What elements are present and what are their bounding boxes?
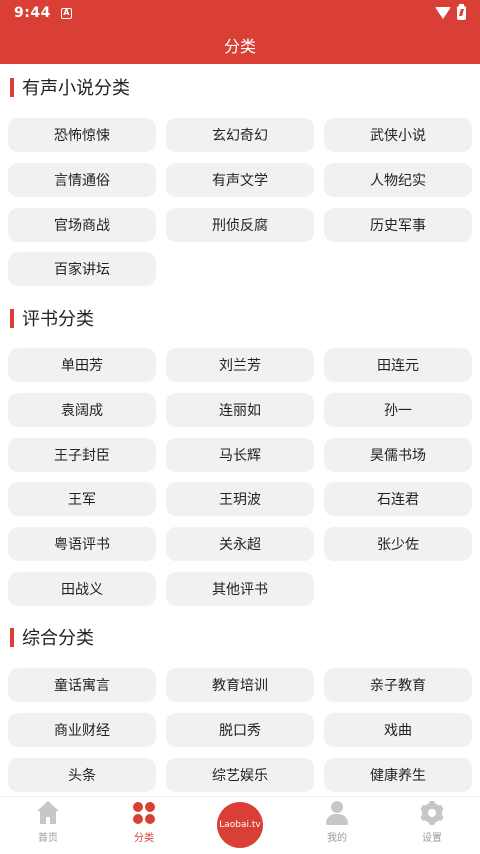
category-chip[interactable]: 田连元	[324, 348, 472, 382]
section-title: 综合分类	[22, 628, 94, 649]
category-content[interactable]: 有声小说分类 恐怖惊悚 玄幻奇幻 武侠小说 言情通俗 有声文学 人物纪实 官场商…	[0, 64, 480, 796]
section-accent-bar	[10, 77, 14, 97]
section-title: 有声小说分类	[22, 78, 130, 99]
category-chip[interactable]: 戏曲	[324, 713, 472, 747]
category-chip[interactable]: 恐怖惊悚	[8, 118, 156, 152]
category-chip[interactable]: 田战义	[8, 572, 156, 606]
nav-mine[interactable]: 我的	[302, 801, 372, 851]
nav-settings[interactable]: 设置	[397, 801, 467, 851]
category-chip[interactable]: 单田芳	[8, 348, 156, 382]
category-chip[interactable]: 王军	[8, 482, 156, 516]
status-bar: 9:44 A	[0, 0, 480, 26]
category-chip[interactable]: 人物纪实	[324, 163, 472, 197]
category-chip[interactable]: 王玥波	[166, 482, 314, 516]
category-chip[interactable]: 亲子教育	[324, 668, 472, 702]
notification-icon: A	[60, 7, 72, 19]
gear-icon	[420, 801, 444, 825]
category-chip[interactable]: 武侠小说	[324, 118, 472, 152]
category-chip[interactable]: 马长辉	[166, 438, 314, 472]
nav-label: 首页	[38, 833, 58, 844]
status-time: 9:44	[14, 5, 51, 21]
category-chip[interactable]: 石连君	[324, 482, 472, 516]
category-chip[interactable]: 教育培训	[166, 668, 314, 702]
page-title: 分类	[223, 37, 256, 56]
nav-label: 我的	[327, 833, 347, 844]
category-chip[interactable]: 历史军事	[324, 208, 472, 242]
home-icon	[36, 801, 60, 825]
nav-label: 设置	[422, 833, 442, 844]
category-chip[interactable]: 刘兰芳	[166, 348, 314, 382]
category-chip[interactable]: 粤语评书	[8, 527, 156, 561]
category-chip[interactable]: 连丽如	[166, 393, 314, 427]
category-chip[interactable]: 关永超	[166, 527, 314, 561]
category-chip[interactable]: 玄幻奇幻	[166, 118, 314, 152]
category-chip[interactable]: 综艺娱乐	[166, 758, 314, 792]
section-header-general: 综合分类	[10, 626, 94, 649]
category-chip[interactable]: 头条	[8, 758, 156, 792]
category-chip[interactable]: 健康养生	[324, 758, 472, 792]
section-accent-bar	[10, 627, 14, 647]
category-chip[interactable]: 王子封臣	[8, 438, 156, 472]
category-chip[interactable]: 商业财经	[8, 713, 156, 747]
category-chip[interactable]: 百家讲坛	[8, 252, 156, 286]
category-chip[interactable]: 言情通俗	[8, 163, 156, 197]
category-chip[interactable]: 其他评书	[166, 572, 314, 606]
nav-category[interactable]: 分类	[109, 801, 179, 851]
user-icon	[325, 801, 349, 825]
section-header-pingshu: 评书分类	[10, 307, 94, 330]
section-title: 评书分类	[22, 309, 94, 330]
section-accent-bar	[10, 308, 14, 328]
section-header-audio-novel: 有声小说分类	[10, 76, 130, 99]
wifi-icon	[435, 7, 451, 19]
nav-home[interactable]: 首页	[13, 801, 83, 851]
category-chip[interactable]: 昊儒书场	[324, 438, 472, 472]
category-chip[interactable]: 童话寓言	[8, 668, 156, 702]
category-chip[interactable]: 孙一	[324, 393, 472, 427]
app-bar: 分类	[0, 26, 480, 64]
nav-label: 分类	[134, 833, 154, 844]
category-chip[interactable]: 有声文学	[166, 163, 314, 197]
category-chip[interactable]: 刑侦反腐	[166, 208, 314, 242]
category-chip[interactable]: 袁阔成	[8, 393, 156, 427]
status-right	[435, 4, 466, 20]
category-grid-icon	[132, 801, 156, 825]
center-logo-button[interactable]: Laobai.tv	[217, 802, 263, 848]
category-chip[interactable]: 官场商战	[8, 208, 156, 242]
category-chip[interactable]: 脱口秀	[166, 713, 314, 747]
battery-icon	[457, 4, 466, 20]
category-chip[interactable]: 张少佐	[324, 527, 472, 561]
